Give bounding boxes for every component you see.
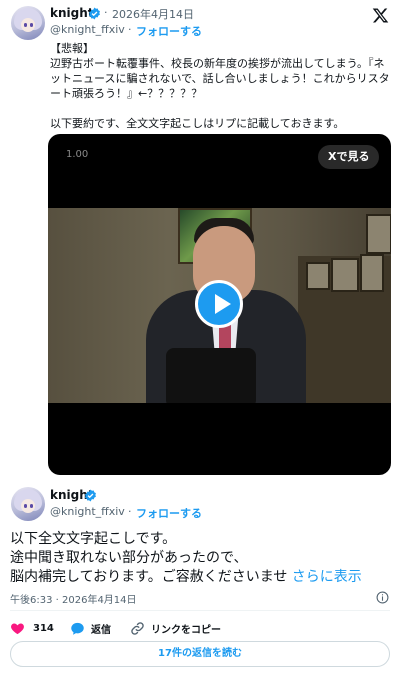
show-more-link[interactable]: さらに表示 (292, 569, 362, 585)
view-on-x-button[interactable]: Xで見る (318, 145, 380, 169)
author-handle[interactable]: @knight_ffxiv (50, 23, 125, 36)
info-icon[interactable] (376, 591, 389, 604)
verified-badge-icon (85, 489, 96, 502)
reply-icon (71, 622, 84, 635)
reply-button[interactable]: 返信 (70, 620, 111, 636)
divider (10, 610, 390, 611)
read-replies-button[interactable]: 17件の返信を読む (10, 641, 390, 667)
tweet-text-line: ート頑張ろう！』←？？？？？ (50, 87, 203, 100)
tweet-timestamp[interactable]: 午後6:33 · 2026年4月14日 (10, 591, 137, 606)
author-name[interactable]: knight (50, 6, 94, 20)
follow-button[interactable]: フォローする (136, 505, 202, 521)
like-button[interactable]: 314 (10, 620, 54, 636)
tweet-date[interactable]: 2026年4月14日 (112, 6, 194, 22)
dot-separator: · (128, 505, 132, 518)
verified-badge-icon (89, 7, 100, 20)
copy-link-label: リンクをコピー (151, 624, 221, 636)
author-handle[interactable]: @knight_ffxiv (50, 505, 125, 518)
link-icon (131, 621, 144, 635)
tweet-text-line: 途中聞き取れない部分があったので、 (10, 550, 248, 566)
copy-link-button[interactable]: リンクをコピー (130, 620, 221, 636)
dot-separator: · (104, 6, 108, 19)
video-player[interactable]: 1.00 Xで見る (48, 134, 391, 475)
reply-label: 返信 (91, 624, 111, 636)
avatar[interactable] (11, 6, 45, 40)
follow-button[interactable]: フォローする (136, 23, 202, 39)
play-icon[interactable] (195, 280, 243, 328)
dot-separator: · (128, 23, 132, 36)
heart-icon (11, 623, 24, 634)
tweet-text-line: 【悲報】 (50, 42, 94, 55)
tweet-text-line: ットニュースに騙されないで、話し合いしましょう！これからリスタ (50, 72, 390, 85)
likes-count: 314 (33, 622, 54, 634)
tweet-text-segment: 脳内補完しております。ご容赦くださいませ (10, 569, 288, 585)
tweet-text-line: 辺野古ボート転覆事件、校長の新年度の挨拶が流出してしまう。『ネ (50, 57, 385, 70)
tweet-text-line: 以下全文文字起こしです。 (10, 531, 177, 547)
tweet-text-line: 脳内補完しております。ご容赦くださいませ さらに表示 (10, 568, 362, 587)
tweet-text-line: 以下要約です、全文文字起こしはリプに記載しておきます。 (50, 117, 345, 130)
x-logo-icon[interactable] (372, 7, 389, 24)
avatar[interactable] (11, 487, 45, 521)
playback-speed[interactable]: 1.00 (66, 149, 88, 160)
